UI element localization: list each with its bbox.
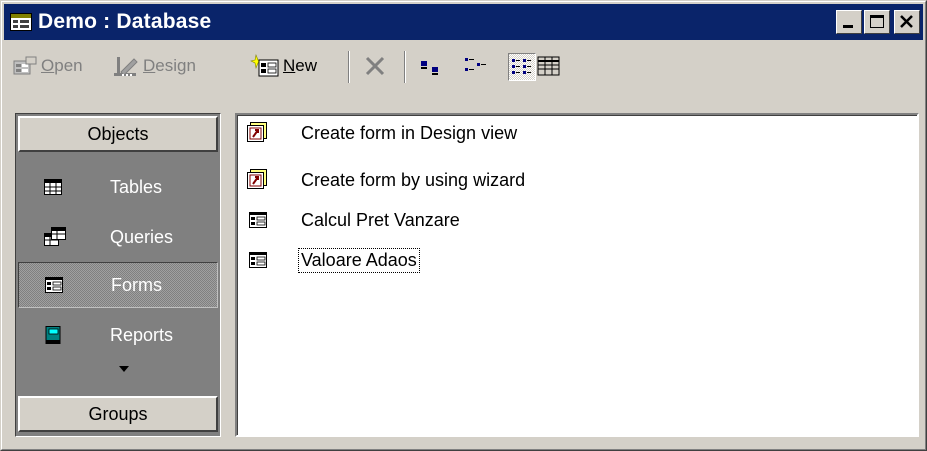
list-view-icon bbox=[512, 59, 531, 74]
list-item[interactable]: Valoare Adaos bbox=[247, 245, 420, 275]
details-view-icon bbox=[537, 56, 560, 76]
details-view-button[interactable] bbox=[536, 53, 564, 81]
shortcut-wizard-icon bbox=[247, 122, 267, 142]
form-icon bbox=[249, 252, 267, 268]
list-item-label: Create form in Design view bbox=[301, 122, 518, 143]
objects-item-reports[interactable]: Reports bbox=[18, 312, 218, 358]
objects-item-label: Forms bbox=[111, 274, 162, 295]
objects-item-label: Reports bbox=[110, 324, 174, 345]
objects-item-label: Tables bbox=[110, 176, 163, 197]
open-form-icon bbox=[13, 56, 37, 75]
large-icons-view-button[interactable] bbox=[418, 53, 446, 81]
design-label: Design bbox=[143, 56, 196, 75]
delete-x-icon bbox=[365, 56, 385, 76]
list-item-label: Calcul Pret Vanzare bbox=[301, 209, 460, 230]
small-icons-view-button[interactable] bbox=[462, 53, 490, 81]
objects-item-tables[interactable]: Tables bbox=[18, 164, 218, 210]
minimize-button[interactable] bbox=[836, 10, 862, 34]
groups-header-button[interactable]: Groups bbox=[18, 396, 218, 432]
report-icon bbox=[45, 326, 61, 344]
database-window: Demo : Database Open Design New Objects … bbox=[0, 0, 927, 451]
maximize-icon bbox=[870, 15, 884, 28]
object-list: Create form in Design view Create form b… bbox=[235, 113, 919, 437]
window-title: Demo : Database bbox=[38, 10, 212, 33]
open-label: Open bbox=[41, 56, 83, 75]
objects-item-label: Queries bbox=[110, 226, 174, 247]
shortcut-wizard-icon bbox=[247, 169, 267, 189]
list-item-label: Valoare Adaos bbox=[298, 247, 420, 273]
table-icon bbox=[44, 179, 62, 195]
minimize-icon bbox=[843, 25, 853, 28]
design-ruler-icon bbox=[114, 57, 138, 76]
small-icons-view-icon bbox=[465, 58, 486, 71]
objects-item-queries[interactable]: Queries bbox=[18, 214, 218, 260]
list-item[interactable]: Create form by using wizard bbox=[247, 165, 527, 195]
form-icon bbox=[249, 212, 267, 228]
scroll-down-icon[interactable] bbox=[119, 366, 129, 372]
list-item-label: Create form by using wizard bbox=[301, 169, 526, 190]
large-icons-view-icon bbox=[421, 61, 438, 75]
database-window-icon bbox=[10, 13, 32, 31]
close-icon bbox=[900, 15, 913, 28]
new-object-icon bbox=[250, 54, 279, 77]
toolbar-separator bbox=[348, 51, 350, 83]
list-item[interactable]: Create form in Design view bbox=[247, 118, 519, 148]
toolbar-separator bbox=[404, 51, 406, 83]
delete-button[interactable] bbox=[362, 49, 388, 83]
form-icon bbox=[45, 277, 63, 293]
design-button[interactable]: Design bbox=[112, 49, 196, 83]
query-icon bbox=[44, 227, 66, 246]
open-button[interactable]: Open bbox=[12, 49, 83, 83]
title-bar[interactable]: Demo : Database bbox=[4, 4, 923, 40]
new-label: New bbox=[283, 56, 318, 75]
objects-bar: Objects Tables Queries Forms Reports Gro… bbox=[15, 113, 221, 437]
list-view-button[interactable] bbox=[508, 53, 536, 81]
list-item[interactable]: Calcul Pret Vanzare bbox=[247, 205, 462, 235]
database-toolbar: Open Design New bbox=[4, 45, 923, 91]
objects-header-button[interactable]: Objects bbox=[18, 116, 218, 152]
maximize-button[interactable] bbox=[864, 10, 890, 34]
new-button[interactable]: New bbox=[250, 49, 317, 83]
objects-item-forms[interactable]: Forms bbox=[18, 262, 218, 308]
close-button[interactable] bbox=[894, 10, 920, 34]
